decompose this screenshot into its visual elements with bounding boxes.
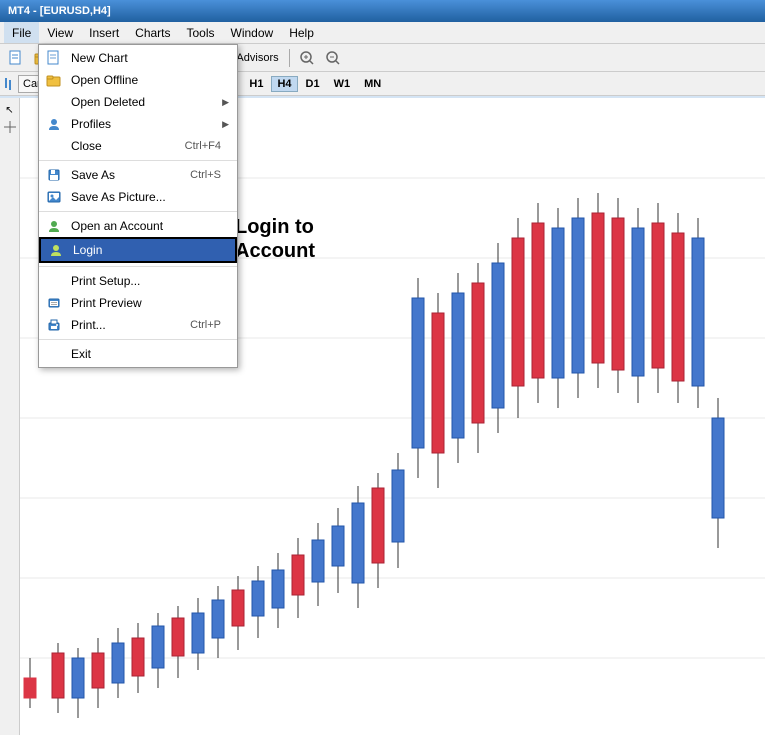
login-annotation: Login to Account xyxy=(235,215,315,263)
login-line1: Login to xyxy=(235,215,315,239)
open-account-label: Open an Account xyxy=(71,219,163,233)
menu-sep4 xyxy=(39,339,237,340)
open-offline-icon xyxy=(45,72,63,88)
tf-d1[interactable]: D1 xyxy=(300,76,326,92)
menu-item-open-account[interactable]: Open an Account xyxy=(39,215,237,237)
toolbar-new[interactable] xyxy=(4,47,28,69)
menu-sep3 xyxy=(39,266,237,267)
print-preview-label: Print Preview xyxy=(71,296,142,310)
menu-item-exit[interactable]: Exit xyxy=(39,343,237,365)
menu-item-login[interactable]: Login xyxy=(39,237,237,263)
new-chart-label: New Chart xyxy=(71,51,128,65)
menu-sep2 xyxy=(39,211,237,212)
print-preview-icon xyxy=(45,295,63,311)
left-tool-arrow[interactable]: ↖ xyxy=(2,102,18,118)
menu-item-save-as-picture[interactable]: Save As Picture... xyxy=(39,186,237,208)
menu-item-profiles[interactable]: Profiles xyxy=(39,113,237,135)
tf-h4[interactable]: H4 xyxy=(271,76,297,92)
menu-insert[interactable]: Insert xyxy=(81,22,127,43)
menu-bar: File View Insert Charts Tools Window Hel… xyxy=(0,22,765,44)
title-bar: MT4 - [EURUSD,H4] xyxy=(0,0,765,22)
menu-item-print-setup[interactable]: Print Setup... xyxy=(39,270,237,292)
left-toolbar: ↖ xyxy=(0,98,20,735)
menu-charts[interactable]: Charts xyxy=(127,22,178,43)
open-account-icon xyxy=(45,218,63,234)
save-as-picture-label: Save As Picture... xyxy=(71,190,166,204)
toolbar-sep3 xyxy=(289,49,290,67)
tf-h1[interactable]: H1 xyxy=(243,76,269,92)
menu-item-open-deleted[interactable]: Open Deleted xyxy=(39,91,237,113)
menu-item-print[interactable]: Print... Ctrl+P xyxy=(39,314,237,336)
file-dropdown-menu: New Chart Open Offline Open Deleted Prof… xyxy=(38,44,238,368)
new-chart-icon xyxy=(45,50,63,66)
save-picture-icon xyxy=(45,189,63,205)
exit-icon xyxy=(45,346,63,362)
menu-sep1 xyxy=(39,160,237,161)
exit-label: Exit xyxy=(71,347,91,361)
menu-window[interactable]: Window xyxy=(223,22,282,43)
menu-help[interactable]: Help xyxy=(281,22,322,43)
profiles-label: Profiles xyxy=(71,117,111,131)
menu-item-print-preview[interactable]: Print Preview xyxy=(39,292,237,314)
toolbar-zoom-in[interactable] xyxy=(295,47,319,69)
print-shortcut: Ctrl+P xyxy=(190,319,225,331)
print-icon xyxy=(45,317,63,333)
save-as-icon xyxy=(45,167,63,183)
title-text: MT4 - [EURUSD,H4] xyxy=(8,5,111,17)
close-menu-icon xyxy=(45,138,63,154)
left-tool-cross[interactable] xyxy=(2,120,18,136)
login-line2: Account xyxy=(235,239,315,263)
close-shortcut: Ctrl+F4 xyxy=(185,140,225,152)
print-setup-icon xyxy=(45,273,63,289)
tf-mn[interactable]: MN xyxy=(358,76,387,92)
menu-item-close[interactable]: Close Ctrl+F4 xyxy=(39,135,237,157)
close-label: Close xyxy=(71,139,102,153)
login-label: Login xyxy=(73,243,102,257)
open-deleted-label: Open Deleted xyxy=(71,95,145,109)
menu-tools[interactable]: Tools xyxy=(179,22,223,43)
print-label: Print... xyxy=(71,318,106,332)
menu-item-open-offline[interactable]: Open Offline xyxy=(39,69,237,91)
tf-w1[interactable]: W1 xyxy=(328,76,357,92)
open-deleted-icon xyxy=(45,94,63,110)
open-offline-label: Open Offline xyxy=(71,73,138,87)
save-as-shortcut: Ctrl+S xyxy=(190,169,225,181)
menu-item-new-chart[interactable]: New Chart xyxy=(39,47,237,69)
toolbar-zoom-out[interactable] xyxy=(321,47,345,69)
save-as-label: Save As xyxy=(71,168,115,182)
print-setup-label: Print Setup... xyxy=(71,274,140,288)
profiles-icon xyxy=(45,116,63,132)
menu-view[interactable]: View xyxy=(39,22,81,43)
menu-item-save-as[interactable]: Save As Ctrl+S xyxy=(39,164,237,186)
menu-file[interactable]: File xyxy=(4,22,39,43)
login-icon xyxy=(47,242,65,258)
